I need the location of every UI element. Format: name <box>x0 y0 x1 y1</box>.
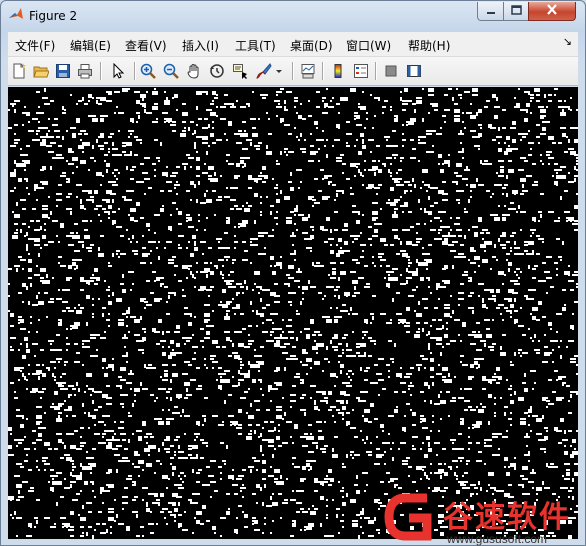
menu-bar: 文件(F) 编辑(E) 查看(V) 插入(I) 工具(T) 桌面(D) 窗口(W… <box>8 32 578 57</box>
brush-dropdown-icon[interactable] <box>274 61 284 81</box>
toolbar-separator <box>292 62 294 80</box>
minimize-icon <box>486 4 496 18</box>
figure-toolbar <box>8 57 578 86</box>
save-icon[interactable] <box>53 61 73 81</box>
menu-help[interactable]: 帮助(H) <box>408 37 450 54</box>
colorbar-icon[interactable] <box>328 61 348 81</box>
hide-plot-tools-icon[interactable] <box>381 61 401 81</box>
maximize-button[interactable] <box>503 2 529 21</box>
menu-window[interactable]: 窗口(W) <box>346 37 391 54</box>
minimize-button[interactable] <box>477 2 504 21</box>
menu-desktop[interactable]: 桌面(D) <box>290 37 333 54</box>
menu-view[interactable]: 查看(V) <box>125 37 167 54</box>
legend-icon[interactable] <box>351 61 371 81</box>
data-cursor-icon[interactable] <box>230 61 250 81</box>
maximize-icon <box>510 4 522 18</box>
menu-insert[interactable]: 插入(I) <box>182 37 219 54</box>
title-bar[interactable]: Figure 2 <box>1 1 585 31</box>
edit-plot-arrow-icon[interactable] <box>108 61 128 81</box>
matlab-logo-icon <box>8 7 24 23</box>
window-title: Figure 2 <box>29 9 78 23</box>
toolbar-separator <box>100 62 102 80</box>
zoom-out-icon[interactable] <box>161 61 181 81</box>
close-icon <box>546 4 558 18</box>
figure-plot-area[interactable] <box>8 87 578 539</box>
new-figure-icon[interactable] <box>9 61 29 81</box>
print-icon[interactable] <box>75 61 95 81</box>
rotate-3d-icon[interactable] <box>207 61 227 81</box>
close-button[interactable] <box>528 2 576 21</box>
pan-hand-icon[interactable] <box>184 61 204 81</box>
noise-image <box>8 88 578 539</box>
open-file-icon[interactable] <box>31 61 51 81</box>
toolbar-separator <box>375 62 377 80</box>
figure-window: Figure 2 文件(F) 编辑(E) 查看(V) 插入(I) 工具(T) 桌… <box>0 0 586 546</box>
noise-pixels <box>8 88 578 539</box>
menu-overflow-icon[interactable]: ↘ <box>563 35 572 48</box>
menu-edit[interactable]: 编辑(E) <box>70 37 111 54</box>
show-plot-tools-icon[interactable] <box>404 61 424 81</box>
menu-file[interactable]: 文件(F) <box>15 37 55 54</box>
toolbar-separator <box>134 62 136 80</box>
zoom-in-icon[interactable] <box>138 61 158 81</box>
toolbar-separator <box>322 62 324 80</box>
menu-tools[interactable]: 工具(T) <box>235 37 276 54</box>
brush-icon[interactable] <box>254 61 274 81</box>
link-plot-icon[interactable] <box>298 61 318 81</box>
